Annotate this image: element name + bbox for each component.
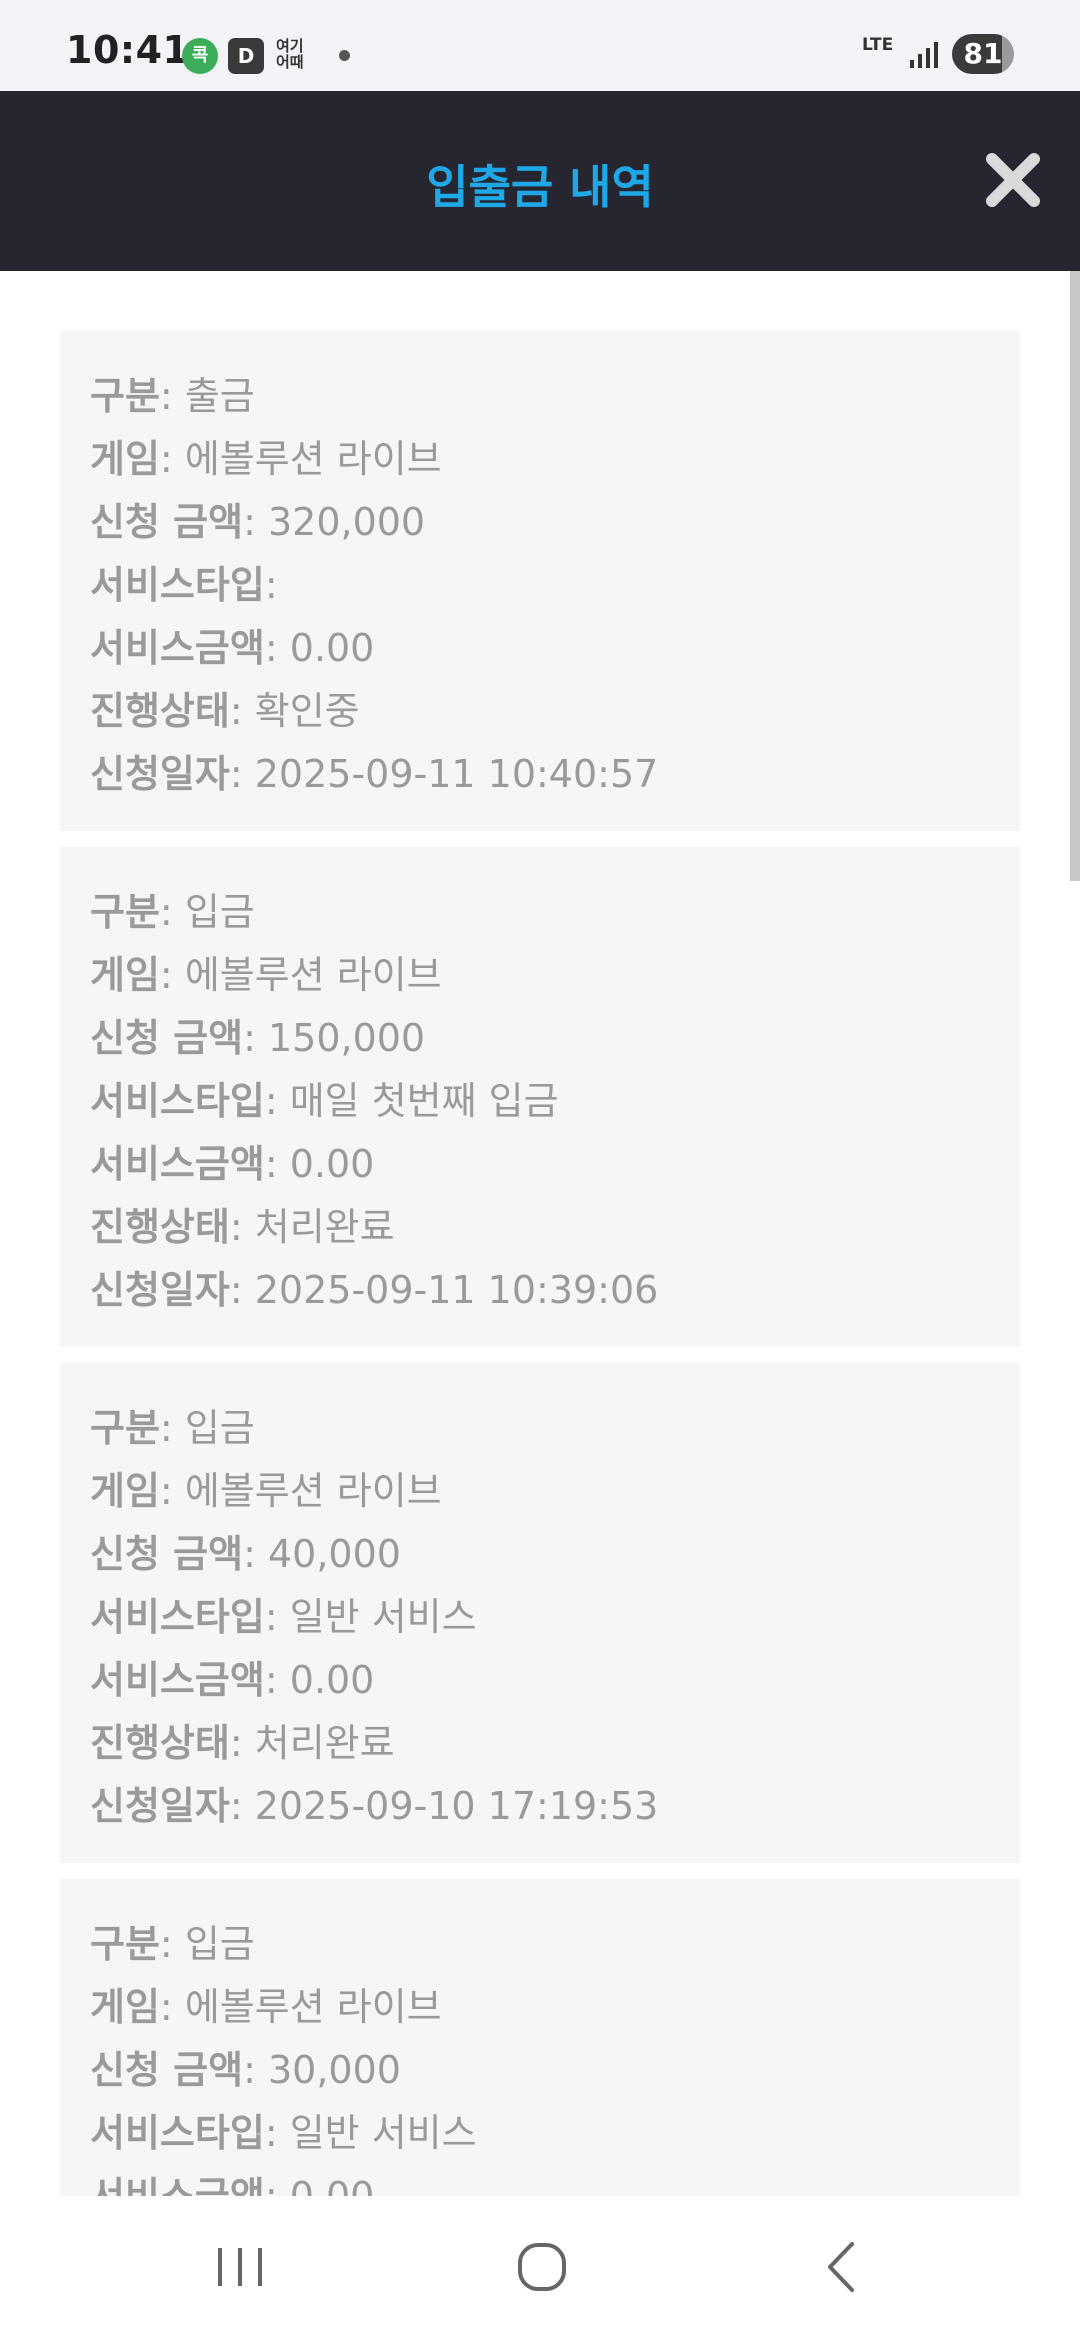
row-type: 구분: 입금: [90, 890, 255, 934]
row-service-amount: 서비스금액: 0.00: [90, 1658, 375, 1702]
row-service-amount: 서비스금액: 0.00: [90, 2165, 1020, 2196]
label-type: 구분: [90, 374, 160, 418]
row-service-type: 서비스타입: 일반 서비스: [90, 2111, 477, 2155]
app-header: 입출금 내역: [0, 91, 1080, 271]
back-icon[interactable]: [804, 2232, 884, 2302]
transaction-card: 구분: 입금 게임: 에볼루션 라이브 신청 금액: 150,000 서비스타입…: [60, 847, 1020, 1347]
label-amount: 신청 금액: [90, 1016, 244, 1060]
row-service-type: 서비스타입: 매일 첫번째 입금: [90, 1079, 559, 1123]
value-amount: 40,000: [267, 1532, 401, 1576]
scrollbar[interactable]: [1070, 271, 1080, 881]
label-game: 게임: [90, 953, 160, 997]
page-title: 입출금 내역: [426, 160, 654, 214]
label-service-amount: 서비스금액: [90, 2174, 265, 2196]
label-game: 게임: [90, 1985, 160, 2029]
label-service-type: 서비스타입: [90, 1079, 265, 1123]
transaction-list[interactable]: 구분: 출금 게임: 에볼루션 라이브 신청 금액: 320,000 서비스타입…: [0, 271, 1080, 2196]
label-type: 구분: [90, 1922, 160, 1966]
recent-apps-icon[interactable]: [200, 2232, 280, 2302]
status-bar: 10:41 콕 D 여기 어때 LTE 81: [0, 0, 1080, 91]
row-service-type: 서비스타입:: [90, 563, 278, 607]
label-date: 신청일자: [90, 1784, 230, 1828]
value-amount: 30,000: [267, 2048, 401, 2092]
value-status: 처리완료: [254, 1205, 395, 1249]
label-amount: 신청 금액: [90, 2048, 244, 2092]
row-status: 진행상태: 확인중: [90, 689, 360, 733]
label-service-amount: 서비스금액: [90, 626, 265, 670]
label-service-amount: 서비스금액: [90, 1658, 265, 1702]
label-type: 구분: [90, 890, 160, 934]
value-game: 에볼루션 라이브: [184, 437, 442, 481]
label-status: 진행상태: [90, 689, 230, 733]
signal-strength-icon: [910, 42, 938, 68]
value-service-type: 매일 첫번째 입금: [289, 1079, 559, 1123]
row-date: 신청일자: 2025-09-11 10:39:06: [90, 1268, 659, 1312]
row-game: 게임: 에볼루션 라이브: [90, 1985, 442, 2029]
value-service-amount: 0.00: [289, 626, 375, 670]
row-game: 게임: 에볼루션 라이브: [90, 953, 442, 997]
value-service-type: 일반 서비스: [289, 2111, 477, 2155]
row-amount: 신청 금액: 150,000: [90, 1016, 426, 1060]
value-type: 입금: [184, 1922, 255, 1966]
network-type-label: LTE: [862, 35, 894, 55]
row-game: 게임: 에볼루션 라이브: [90, 437, 442, 481]
row-status: 진행상태: 처리완료: [90, 1721, 395, 1765]
row-status: 진행상태: 처리완료: [90, 1205, 395, 1249]
row-date: 신청일자: 2025-09-10 17:19:53: [90, 1784, 659, 1828]
label-service-type: 서비스타입: [90, 2111, 265, 2155]
label-amount: 신청 금액: [90, 500, 244, 544]
home-icon[interactable]: [502, 2232, 582, 2302]
label-status: 진행상태: [90, 1721, 230, 1765]
more-notifications-dot-icon: [339, 50, 350, 61]
row-type: 구분: 출금: [90, 374, 255, 418]
notification-app-icon: 콕: [182, 38, 218, 74]
value-type: 입금: [184, 1406, 255, 1450]
value-service-type: 일반 서비스: [289, 1595, 477, 1639]
label-date: 신청일자: [90, 1268, 230, 1312]
label-service-type: 서비스타입: [90, 563, 265, 607]
transaction-card: 구분: 출금 게임: 에볼루션 라이브 신청 금액: 320,000 서비스타입…: [60, 331, 1020, 831]
label-status: 진행상태: [90, 1205, 230, 1249]
row-service-type: 서비스타입: 일반 서비스: [90, 1595, 477, 1639]
transaction-card: 구분: 입금 게임: 에볼루션 라이브 신청 금액: 30,000 서비스타입:…: [60, 1879, 1020, 2196]
label-game: 게임: [90, 1469, 160, 1513]
row-amount: 신청 금액: 30,000: [90, 2048, 401, 2092]
system-nav-bar: [0, 2196, 1080, 2340]
battery-indicator: 81: [952, 34, 1014, 74]
value-amount: 150,000: [267, 1016, 426, 1060]
label-game: 게임: [90, 437, 160, 481]
close-icon[interactable]: [982, 149, 1044, 211]
status-time: 10:41: [66, 28, 190, 72]
value-game: 에볼루션 라이브: [184, 1469, 442, 1513]
value-service-amount: 0.00: [289, 1658, 375, 1702]
row-date: 신청일자: 2025-09-11 10:40:57: [90, 752, 659, 796]
value-date: 2025-09-10 17:19:53: [254, 1784, 659, 1828]
row-amount: 신청 금액: 40,000: [90, 1532, 401, 1576]
value-date: 2025-09-11 10:40:57: [254, 752, 659, 796]
value-type: 출금: [184, 374, 255, 418]
row-service-amount: 서비스금액: 0.00: [90, 626, 375, 670]
label-date: 신청일자: [90, 752, 230, 796]
value-type: 입금: [184, 890, 255, 934]
value-game: 에볼루션 라이브: [184, 1985, 442, 2029]
value-game: 에볼루션 라이브: [184, 953, 442, 997]
row-game: 게임: 에볼루션 라이브: [90, 1469, 442, 1513]
row-service-amount: 서비스금액: 0.00: [90, 1142, 375, 1186]
row-type: 구분: 입금: [90, 1406, 255, 1450]
value-date: 2025-09-11 10:39:06: [254, 1268, 659, 1312]
value-service-amount: 0.00: [289, 1142, 375, 1186]
value-status: 확인중: [254, 689, 360, 733]
label-service-type: 서비스타입: [90, 1595, 265, 1639]
notification-d-icon: D: [228, 38, 264, 74]
row-amount: 신청 금액: 320,000: [90, 500, 426, 544]
notification-yeogi-icon: 여기 어때: [276, 37, 304, 71]
label-amount: 신청 금액: [90, 1532, 244, 1576]
value-service-amount: 0.00: [289, 2174, 375, 2196]
label-service-amount: 서비스금액: [90, 1142, 265, 1186]
row-type: 구분: 입금: [90, 1922, 255, 1966]
value-amount: 320,000: [267, 500, 426, 544]
value-status: 처리완료: [254, 1721, 395, 1765]
transaction-card: 구분: 입금 게임: 에볼루션 라이브 신청 금액: 40,000 서비스타입:…: [60, 1363, 1020, 1863]
label-type: 구분: [90, 1406, 160, 1450]
